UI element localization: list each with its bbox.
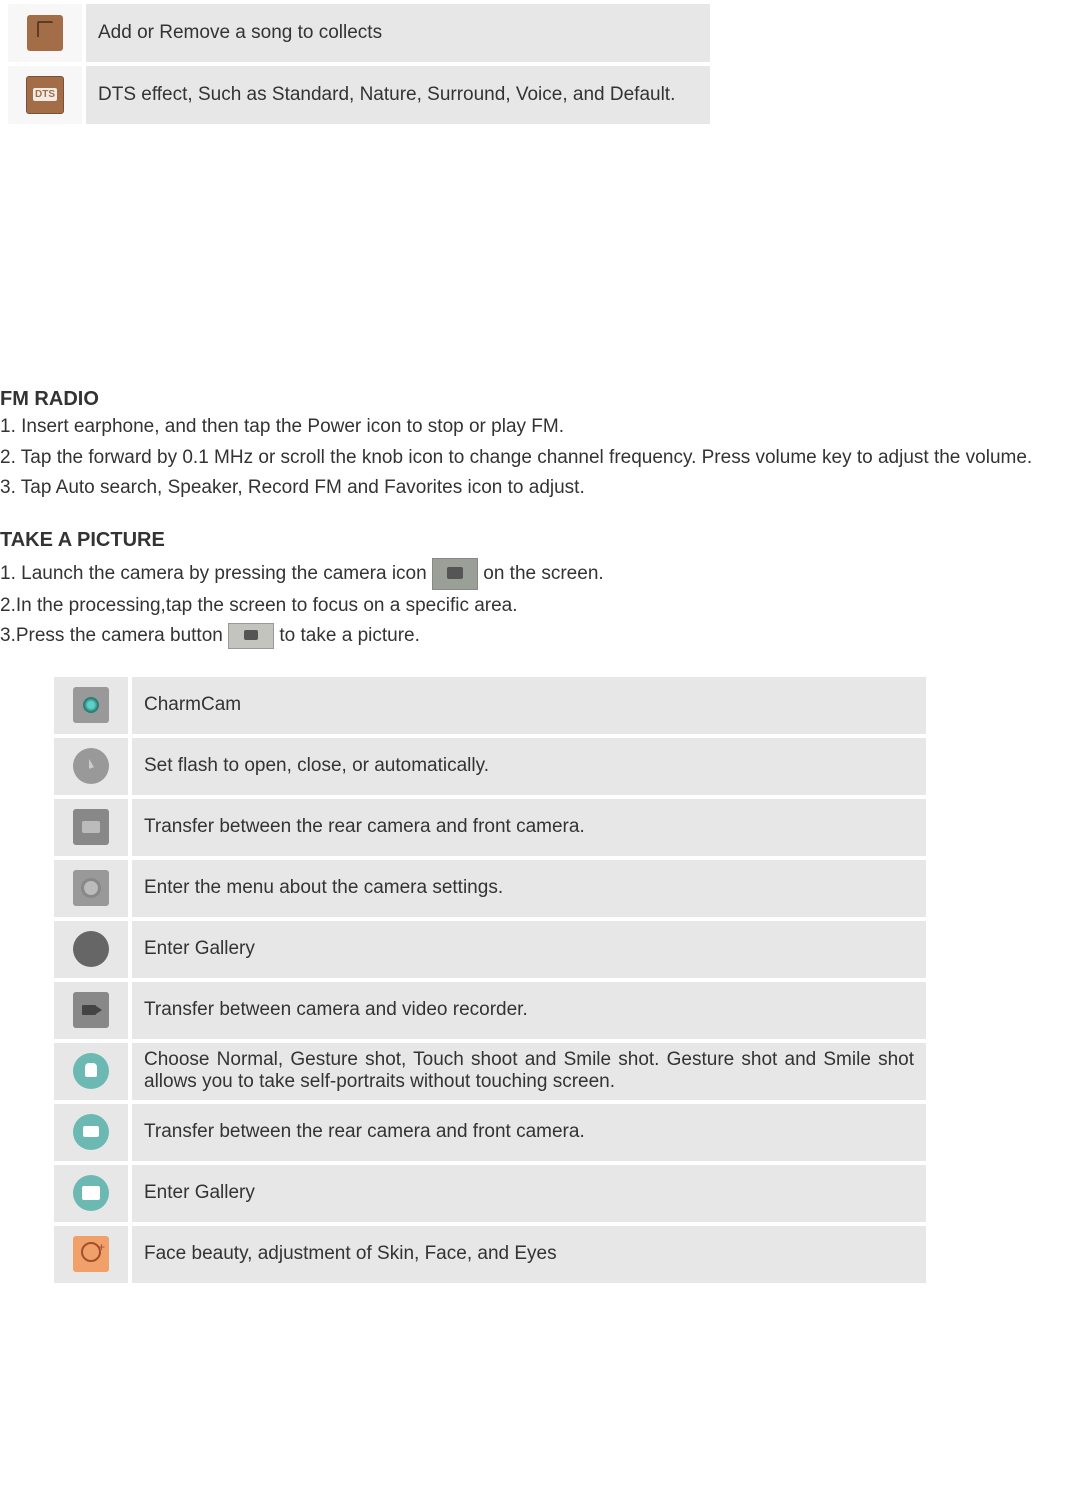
camera-switch-teal-icon (73, 1114, 109, 1150)
camera-switch-icon (73, 809, 109, 845)
cell-text: Face beauty, adjustment of Skin, Face, a… (132, 1226, 926, 1283)
table-row: CharmCam (54, 677, 926, 734)
picture-step: 1. Launch the camera by pressing the cam… (0, 558, 1091, 590)
video-icon (73, 992, 109, 1028)
cell-text: Transfer between camera and video record… (132, 982, 926, 1039)
fm-step: 3. Tap Auto search, Speaker, Record FM a… (0, 474, 1091, 503)
gesture-icon (73, 1053, 109, 1089)
table-row: Choose Normal, Gesture shot, Touch shoot… (54, 1043, 926, 1100)
camera-shutter-icon (228, 623, 274, 649)
table-row: Transfer between the rear camera and fro… (54, 799, 926, 856)
cell-text: Set flash to open, close, or automatical… (132, 738, 926, 795)
camera-app-icon (432, 558, 478, 590)
table-row: Add or Remove a song to collects (8, 4, 710, 62)
cell-text: Enter Gallery (132, 921, 926, 978)
table-row: DTS DTS effect, Such as Standard, Nature… (8, 66, 710, 124)
fm-step: 2. Tap the forward by 0.1 MHz or scroll … (0, 444, 1091, 473)
fm-step: 1. Insert earphone, and then tap the Pow… (0, 413, 1091, 442)
gear-icon (73, 870, 109, 906)
table-row: Enter Gallery (54, 1165, 926, 1222)
cell-text: Choose Normal, Gesture shot, Touch shoot… (132, 1043, 926, 1100)
picture-step: 2.In the processing,tap the screen to fo… (0, 592, 1091, 621)
gallery-icon (73, 931, 109, 967)
table-row: Set flash to open, close, or automatical… (54, 738, 926, 795)
table-row: Enter Gallery (54, 921, 926, 978)
cell-text: Enter Gallery (132, 1165, 926, 1222)
cell-text: Transfer between the rear camera and fro… (132, 799, 926, 856)
cell-text: Transfer between the rear camera and fro… (132, 1104, 926, 1161)
table-row: Transfer between the rear camera and fro… (54, 1104, 926, 1161)
face-beauty-icon (73, 1236, 109, 1272)
music-icons-table: Add or Remove a song to collects DTS DTS… (4, 0, 714, 128)
fm-radio-section: FM RADIO 1. Insert earphone, and then ta… (0, 388, 1091, 1287)
section-title: FM RADIO (0, 388, 1091, 411)
thumb-icon (27, 15, 63, 51)
cell-text: Add or Remove a song to collects (86, 4, 710, 62)
camera-icons-table: CharmCam Set flash to open, close, or au… (50, 673, 930, 1287)
table-row: Face beauty, adjustment of Skin, Face, a… (54, 1226, 926, 1283)
cell-text: Enter the menu about the camera settings… (132, 860, 926, 917)
picture-step: 3.Press the camera button to take a pict… (0, 622, 1091, 651)
section-title: TAKE A PICTURE (0, 529, 1091, 552)
table-row: Transfer between camera and video record… (54, 982, 926, 1039)
dts-icon: DTS (26, 76, 64, 114)
cell-text: CharmCam (132, 677, 926, 734)
table-row: Enter the menu about the camera settings… (54, 860, 926, 917)
gallery-teal-icon (73, 1175, 109, 1211)
flash-icon (73, 748, 109, 784)
charmcam-icon (73, 687, 109, 723)
cell-text: DTS effect, Such as Standard, Nature, Su… (86, 66, 710, 124)
